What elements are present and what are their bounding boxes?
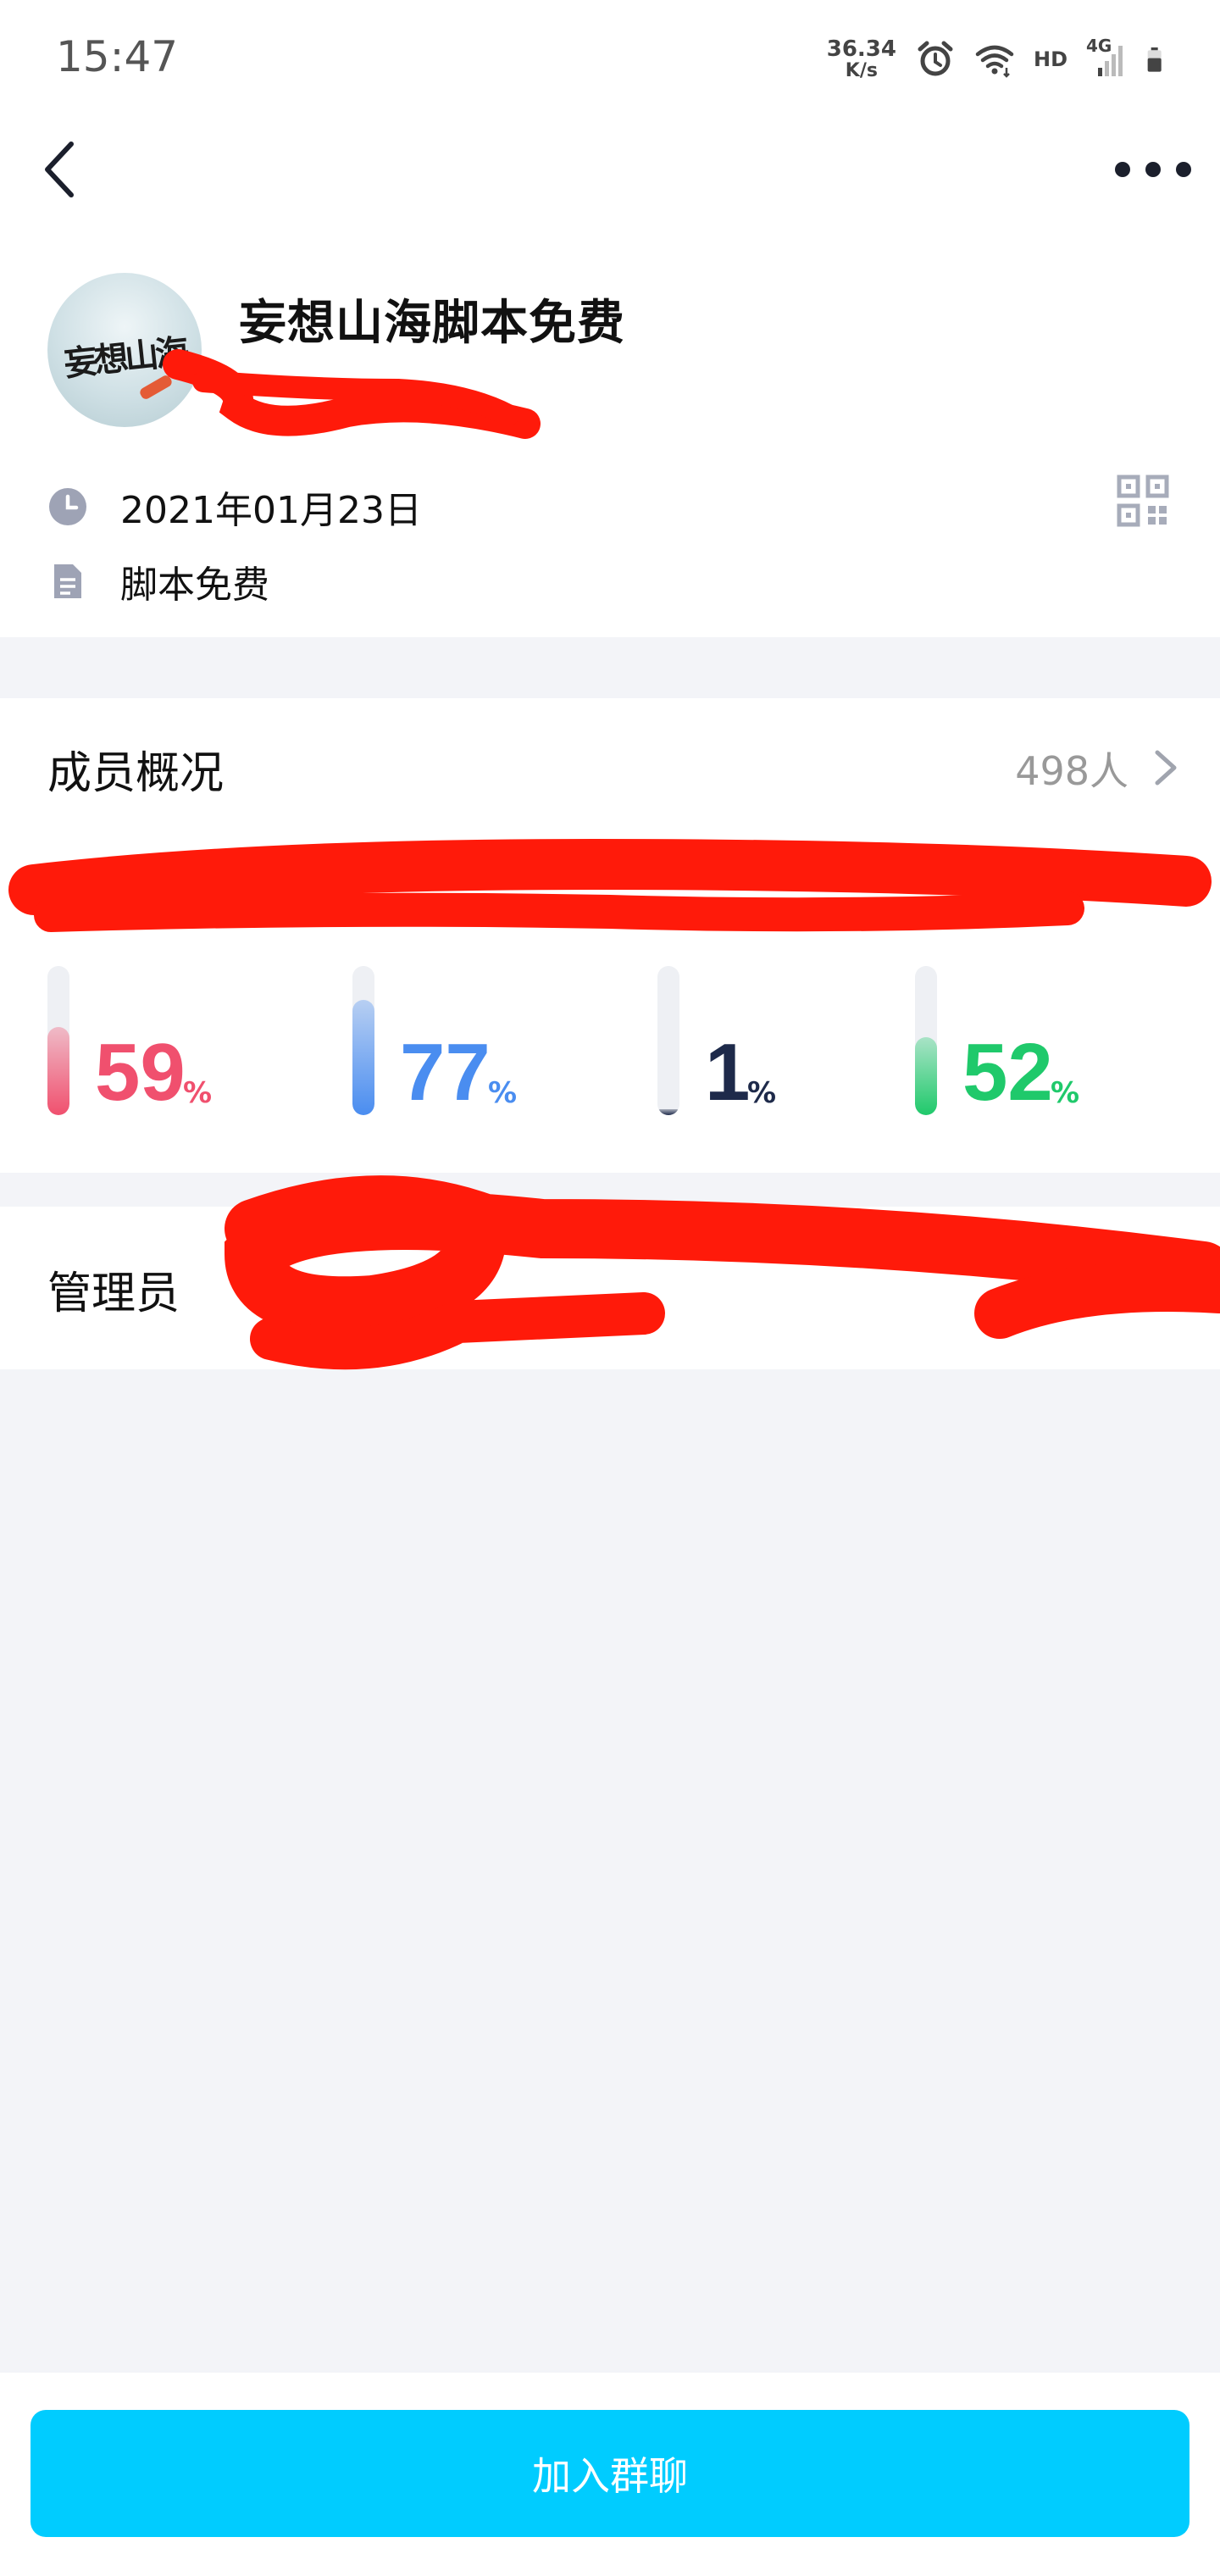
network-speed-unit: K/s (845, 60, 878, 81)
description-row: 脚本免费 (47, 547, 269, 615)
created-date: 2021年01月23日 (120, 489, 422, 532)
group-description: 脚本免费 (120, 564, 269, 607)
hd-label: HD (1033, 47, 1068, 71)
signal-icon: 4G (1086, 36, 1127, 80)
battery-icon (1147, 47, 1162, 72)
more-dots-icon (1176, 162, 1191, 177)
stat-value: 1 (705, 1027, 751, 1118)
stat-unit: % (1051, 1076, 1080, 1110)
redaction-scribble (8, 838, 1212, 932)
clock-icon (49, 488, 86, 525)
more-button[interactable] (1115, 144, 1191, 195)
qr-code-icon[interactable] (1117, 475, 1169, 527)
stat-unit: % (183, 1076, 213, 1110)
stat-bar (352, 966, 374, 1115)
redaction-scribble (163, 349, 541, 439)
more-dots-icon (1145, 162, 1161, 177)
network-speed-value: 36.34 (826, 36, 896, 62)
stat-bar (47, 966, 69, 1115)
member-count[interactable]: 498人 (1015, 741, 1128, 797)
chevron-left-icon (45, 142, 74, 197)
members-overview-title: 成员概况 (47, 748, 225, 799)
network-speed: 36.34 K/s (827, 38, 896, 80)
chevron-right-icon[interactable] (1149, 744, 1183, 791)
admins-title: 管理员 (47, 1269, 180, 1319)
stat-value: 77 (400, 1027, 491, 1118)
stat-bar (915, 966, 937, 1115)
status-icons: 36.34 K/s HD 4G (827, 34, 1173, 85)
created-date-row: 2021年01月23日 (47, 473, 422, 541)
wifi-icon (975, 45, 1014, 78)
status-bar: 15:47 36.34 K/s HD 4G (0, 0, 1220, 119)
stat-unit: % (488, 1076, 518, 1110)
document-icon (54, 564, 81, 598)
group-profile-screen: 15:47 36.34 K/s HD 4G 妄想山海 妄想山海脚本免费 2021… (0, 0, 1220, 2576)
redaction-scribble (224, 1175, 1220, 1370)
stat-value: 52 (962, 1027, 1053, 1118)
join-group-button[interactable]: 加入群聊 (30, 2410, 1190, 2537)
more-dots-icon (1115, 162, 1130, 177)
status-time: 15:47 (56, 32, 179, 81)
back-button[interactable] (41, 127, 95, 212)
alarm-icon (918, 41, 953, 76)
stat-bar (657, 966, 679, 1115)
stat-unit: % (747, 1076, 777, 1110)
stat-value: 59 (95, 1027, 186, 1118)
